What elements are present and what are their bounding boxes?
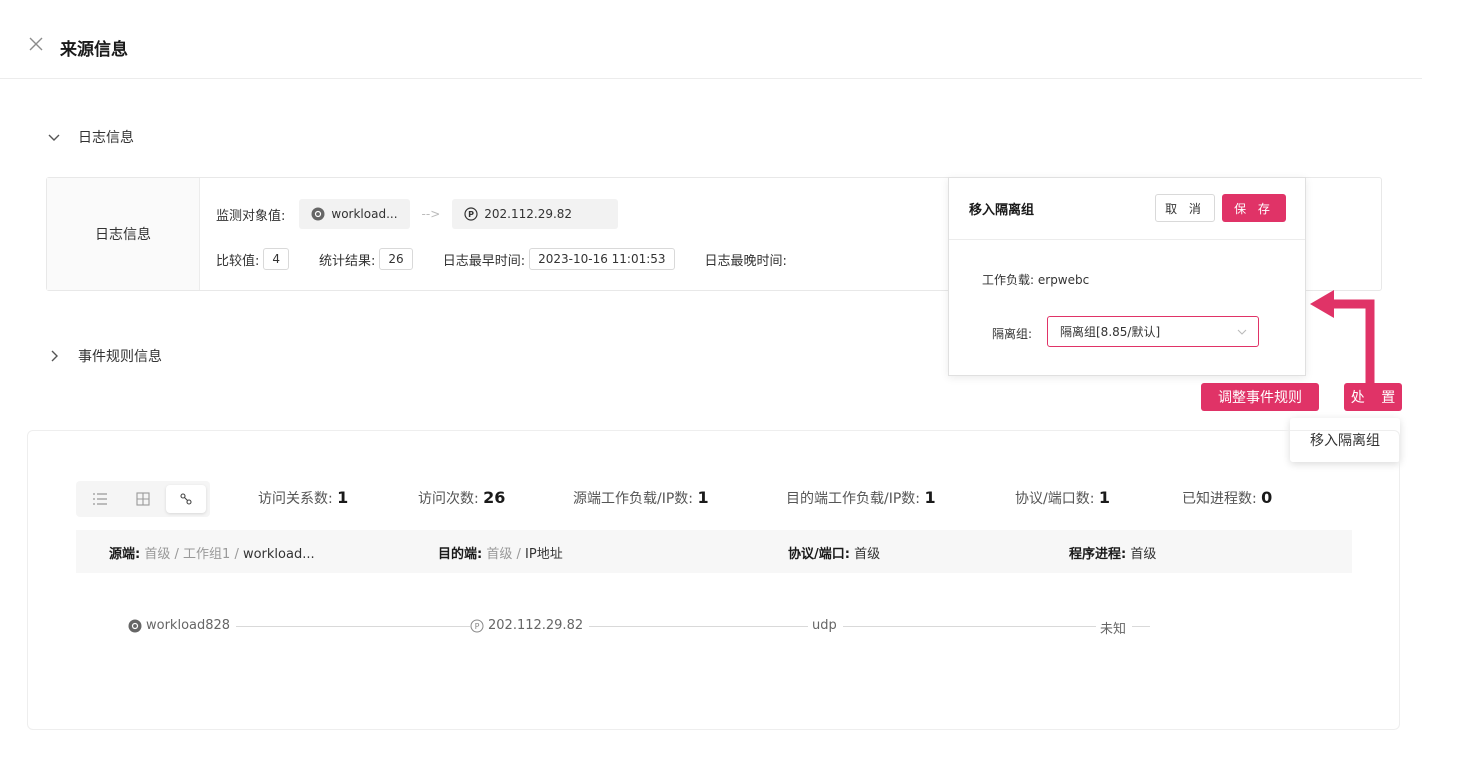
dst-level-2: IP地址 xyxy=(525,547,563,562)
group-label: 隔离组: xyxy=(992,327,1033,341)
view-toggle xyxy=(76,481,210,517)
close-icon[interactable] xyxy=(26,34,46,54)
workload-icon xyxy=(128,619,142,632)
workload-icon xyxy=(311,207,325,221)
workload-label: 工作负载: xyxy=(982,273,1035,287)
latest-label: 日志最晚时间: xyxy=(704,253,787,269)
stat-src: 源端工作负载/IP数: 1 xyxy=(573,488,709,508)
flow-node-ip[interactable]: P 202.112.29.82 xyxy=(470,618,590,633)
stat-proc-label: 已知进程数: xyxy=(1182,491,1257,507)
src-level-3: workload... xyxy=(242,547,315,562)
compare-label: 比较值: xyxy=(216,253,260,269)
log-info-label: 日志信息 xyxy=(47,178,200,290)
flow-node-source[interactable]: workload828 xyxy=(128,618,237,633)
svg-text:P: P xyxy=(468,210,474,219)
popover-title: 移入隔离组 xyxy=(969,203,1035,218)
flow-source-label: workload828 xyxy=(146,618,231,633)
src-breadcrumb: 源端: 首级 / 工作组1 / workload... xyxy=(109,547,315,562)
flow-ip-label: 202.112.29.82 xyxy=(488,618,584,633)
isolation-group-select[interactable]: 隔离组[8.85/默认] xyxy=(1047,316,1259,347)
proc-key: 程序进程: xyxy=(1069,547,1127,562)
grid-view-icon[interactable] xyxy=(123,485,163,513)
chevron-down-icon xyxy=(1237,329,1247,335)
stat-visits-value: 26 xyxy=(483,488,506,507)
stat-proto-label: 协议/端口数: xyxy=(1015,491,1095,507)
monitor-target-pill: P 202.112.29.82 xyxy=(452,199,619,229)
monitor-label: 监测对象值: xyxy=(216,208,286,224)
stat-proc-value: 0 xyxy=(1261,488,1273,507)
ip-icon: P xyxy=(470,619,484,632)
stat-relations: 访问关系数: 1 xyxy=(258,488,348,508)
isolation-group-value: 隔离组[8.85/默认] xyxy=(1060,325,1161,339)
stat-relations-value: 1 xyxy=(337,488,349,507)
list-view-icon[interactable] xyxy=(80,485,120,513)
workload-value: erpwebc xyxy=(1037,273,1090,287)
section-event-rule-info[interactable]: 事件规则信息 xyxy=(46,346,162,366)
stat-dst-label: 目的端工作负载/IP数: xyxy=(786,491,921,507)
stat-dst: 目的端工作负载/IP数: 1 xyxy=(786,488,936,508)
proto-level: 首级 xyxy=(854,547,881,562)
monitor-row: 监测对象值: workload... --> P 202.112.29.82 xyxy=(216,199,619,229)
chevron-right-icon xyxy=(51,350,58,362)
handle-button[interactable]: 处 置 xyxy=(1344,383,1402,411)
src-level-2[interactable]: 工作组1 xyxy=(183,547,230,562)
flow-protocol-label: udp xyxy=(812,618,837,633)
dst-level-1[interactable]: 首级 xyxy=(486,547,512,562)
stat-proc: 已知进程数: 0 xyxy=(1182,488,1272,508)
chevron-down-icon xyxy=(48,134,60,141)
svg-text:P: P xyxy=(475,622,480,631)
monitor-source-pill: workload... xyxy=(299,199,410,229)
section-log-info-label: 日志信息 xyxy=(78,130,134,146)
stat-label: 统计结果: xyxy=(319,253,376,269)
annotation-arrow-icon xyxy=(1310,290,1375,386)
flow-line xyxy=(130,626,1150,627)
stat-visits: 访问次数: 26 xyxy=(418,488,505,508)
stat-src-label: 源端工作负载/IP数: xyxy=(573,491,694,507)
stat-visits-label: 访问次数: xyxy=(418,491,479,507)
dst-breadcrumb: 目的端: 首级 / IP地址 xyxy=(438,547,563,562)
cancel-button[interactable]: 取 消 xyxy=(1155,194,1215,222)
src-level-1[interactable]: 首级 xyxy=(144,547,170,562)
earliest-label: 日志最早时间: xyxy=(442,253,526,269)
topology-view-icon[interactable] xyxy=(166,485,206,513)
stat-value: 26 xyxy=(379,248,413,270)
section-event-rule-label: 事件规则信息 xyxy=(78,349,162,365)
adjust-event-rule-button[interactable]: 调整事件规则 xyxy=(1201,383,1319,411)
ip-icon: P xyxy=(464,207,478,221)
arrow-right-icon: --> xyxy=(421,207,441,221)
flow-process-label: 未知 xyxy=(1100,622,1127,637)
path-bar: 源端: 首级 / 工作组1 / workload... 目的端: 首级 / IP… xyxy=(76,530,1352,573)
stat-proto-value: 1 xyxy=(1098,488,1111,507)
stats-row: 比较值: 4 统计结果: 26 日志最早时间: 2023-10-16 11:01… xyxy=(216,248,787,270)
stat-dst-value: 1 xyxy=(924,488,936,507)
earliest-value: 2023-10-16 11:01:53 xyxy=(529,248,675,270)
proto-breadcrumb: 协议/端口: 首级 xyxy=(788,543,880,562)
flow-node-process[interactable]: 未知 xyxy=(1096,618,1133,637)
stat-src-value: 1 xyxy=(697,488,709,507)
stat-relations-label: 访问关系数: xyxy=(258,491,333,507)
header: 来源信息 xyxy=(0,0,1422,79)
relation-panel xyxy=(27,430,1400,730)
page-title: 来源信息 xyxy=(60,40,128,60)
stat-proto: 协议/端口数: 1 xyxy=(1015,488,1110,508)
dst-key: 目的端: xyxy=(438,547,483,562)
popover-divider xyxy=(949,239,1305,240)
save-button[interactable]: 保 存 xyxy=(1222,194,1286,222)
proc-breadcrumb: 程序进程: 首级 xyxy=(1069,543,1156,562)
workload-field: 工作负载: erpwebc xyxy=(982,271,1089,288)
proto-key: 协议/端口: xyxy=(788,547,850,562)
compare-value: 4 xyxy=(263,248,290,270)
section-log-info[interactable]: 日志信息 xyxy=(46,127,134,147)
src-key: 源端: xyxy=(109,547,141,562)
proc-level: 首级 xyxy=(1130,547,1157,562)
monitor-source: workload... xyxy=(331,207,398,221)
monitor-target: 202.112.29.82 xyxy=(484,207,573,221)
flow-node-protocol[interactable]: udp xyxy=(808,618,843,633)
